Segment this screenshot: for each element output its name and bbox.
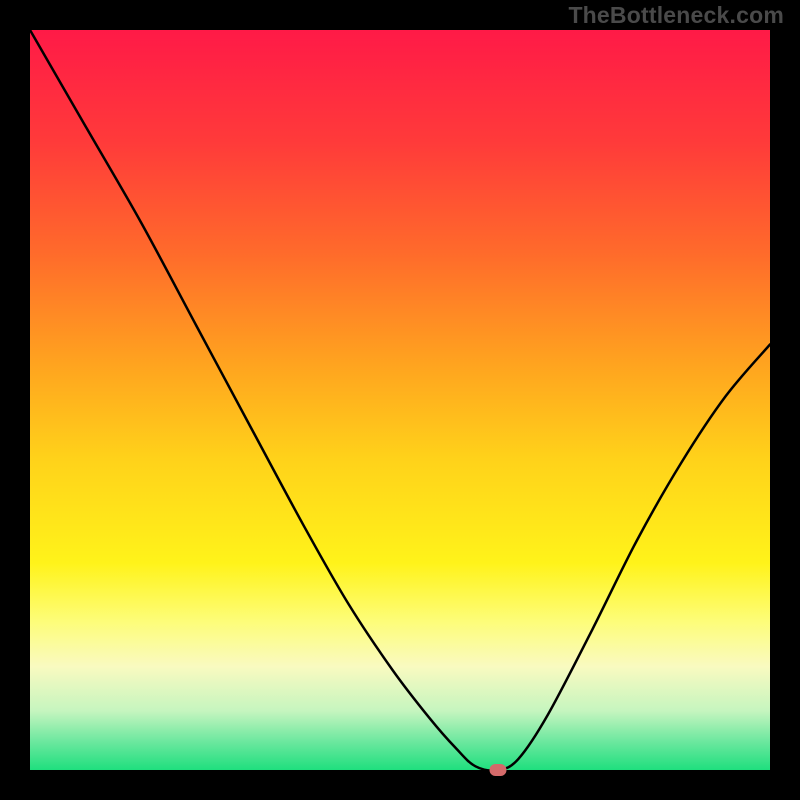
plot-area [30, 30, 770, 770]
chart-svg [30, 30, 770, 770]
watermark-text: TheBottleneck.com [568, 2, 784, 29]
optimum-marker [490, 764, 507, 776]
gradient-background [30, 30, 770, 770]
chart-frame: TheBottleneck.com [0, 0, 800, 800]
